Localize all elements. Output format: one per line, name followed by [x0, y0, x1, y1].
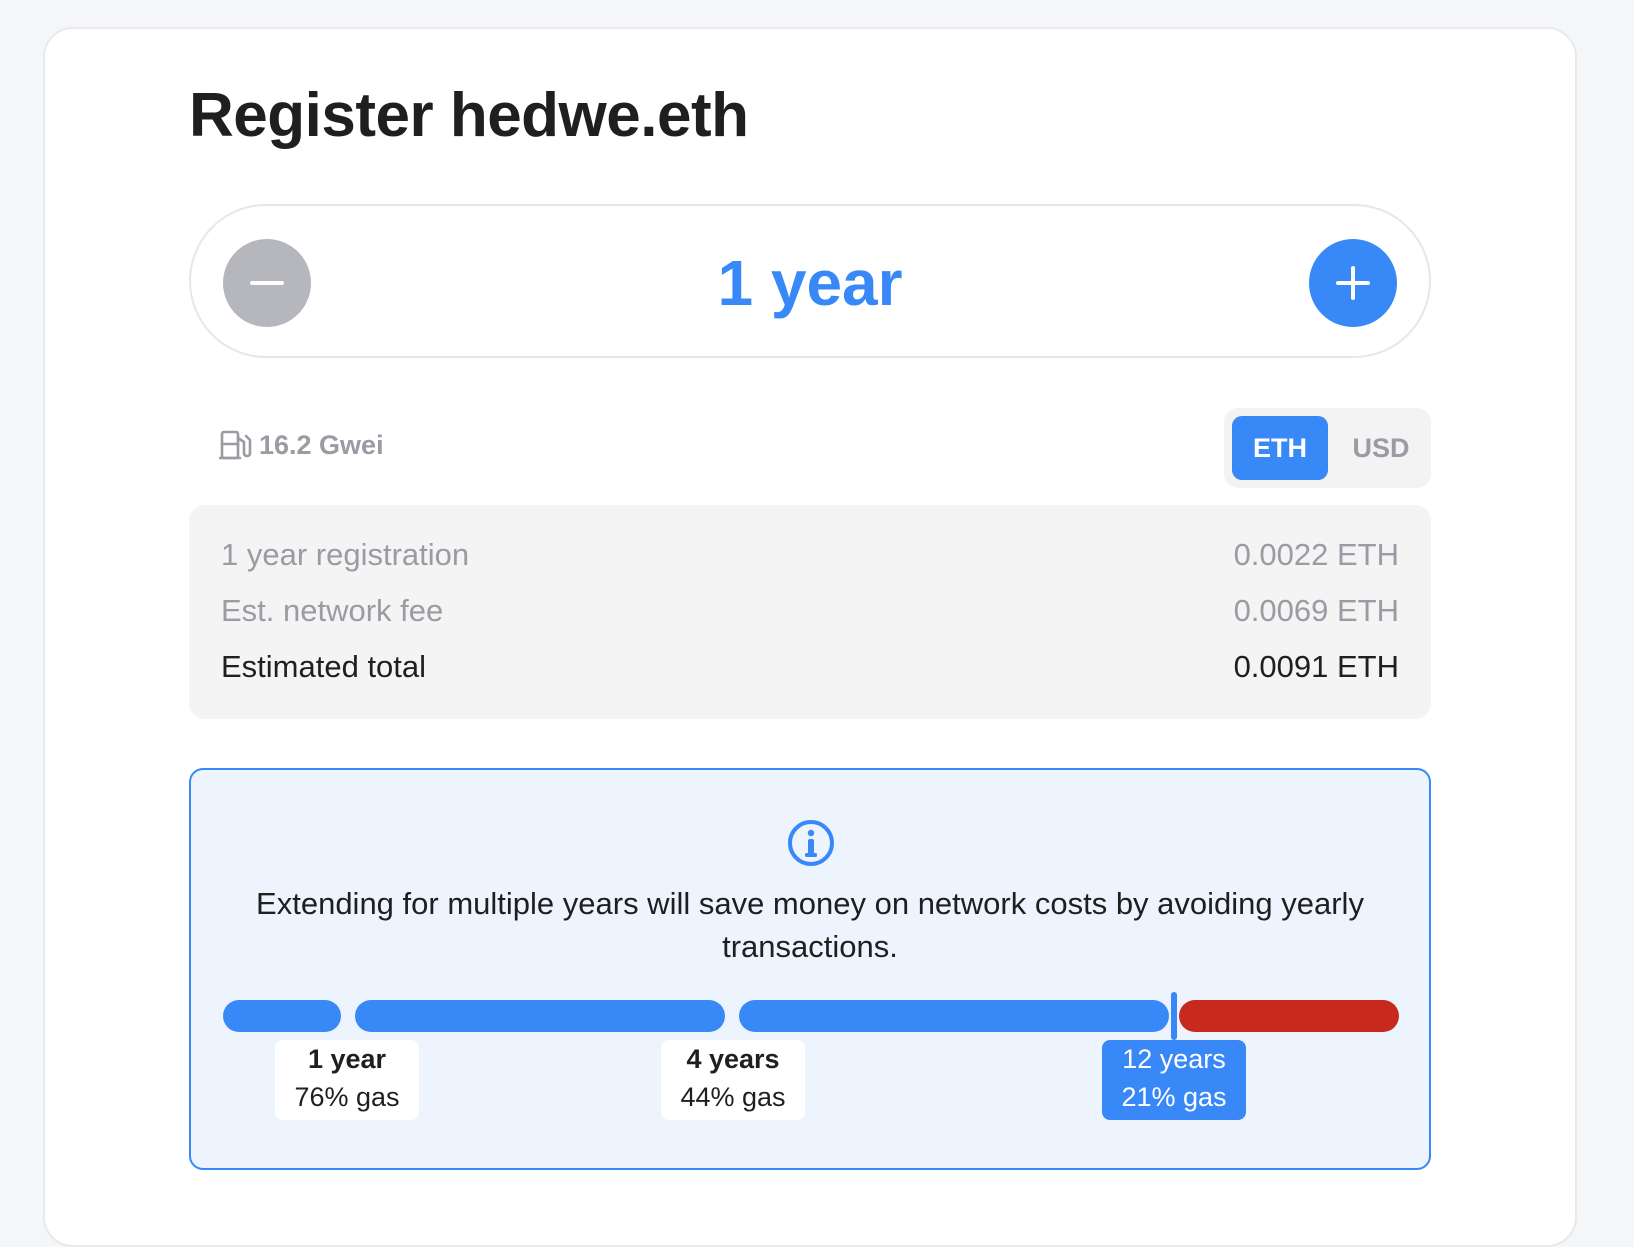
- marker-gas: 44% gas: [680, 1082, 786, 1112]
- gas-savings-bar-remainder: [1179, 1000, 1399, 1032]
- gas-savings-bar-segment: [739, 1000, 1169, 1032]
- marker-gas: 21% gas: [1121, 1082, 1227, 1112]
- marker-gas: 76% gas: [294, 1082, 400, 1112]
- duration-marker-12-years[interactable]: 12 years 21% gas: [1102, 1040, 1246, 1120]
- plus-icon: [1336, 266, 1370, 300]
- multi-year-info-panel: Extending for multiple years will save m…: [189, 768, 1431, 1170]
- currency-option-usd[interactable]: USD: [1336, 416, 1426, 480]
- currency-toggle: ETH USD: [1224, 408, 1431, 488]
- duration-marker-1-year[interactable]: 1 year 76% gas: [275, 1040, 419, 1120]
- increase-button[interactable]: [1309, 239, 1397, 327]
- gas-savings-bar-segment: [355, 1000, 725, 1032]
- fee-value: 0.0022 ETH: [1233, 537, 1399, 572]
- gas-savings-bar-segment: [223, 1000, 341, 1032]
- info-icon: [788, 820, 834, 866]
- marker-years: 12 years: [1122, 1044, 1226, 1074]
- gas-price-value: 16.2 Gwei: [259, 429, 384, 460]
- fee-label: Est. network fee: [221, 593, 444, 628]
- fee-label: Estimated total: [221, 649, 427, 684]
- fee-summary: 1 year registration 0.0022 ETH Est. netw…: [189, 505, 1431, 719]
- selected-duration-marker: [1171, 992, 1177, 1040]
- duration-marker-4-years[interactable]: 4 years 44% gas: [661, 1040, 805, 1120]
- currency-option-eth[interactable]: ETH: [1232, 416, 1328, 480]
- fee-value: 0.0091 ETH: [1233, 649, 1399, 684]
- duration-value: 1 year: [717, 247, 903, 319]
- marker-years: 1 year: [307, 1044, 387, 1074]
- fee-row-total: Estimated total 0.0091 ETH: [221, 649, 1399, 685]
- duration-stepper: 1 year: [189, 204, 1431, 358]
- marker-years: 4 years: [686, 1044, 780, 1074]
- gas-price: 16.2 Gwei: [219, 428, 384, 462]
- page-title: Register hedwe.eth: [189, 81, 749, 150]
- fee-label: 1 year registration: [221, 537, 470, 572]
- fee-value: 0.0069 ETH: [1233, 593, 1399, 628]
- info-message: Extending for multiple years will save m…: [256, 886, 1364, 964]
- fee-row-network: Est. network fee 0.0069 ETH: [221, 593, 1399, 629]
- fee-row-registration: 1 year registration 0.0022 ETH: [221, 537, 1399, 573]
- gas-pump-icon: [219, 430, 252, 460]
